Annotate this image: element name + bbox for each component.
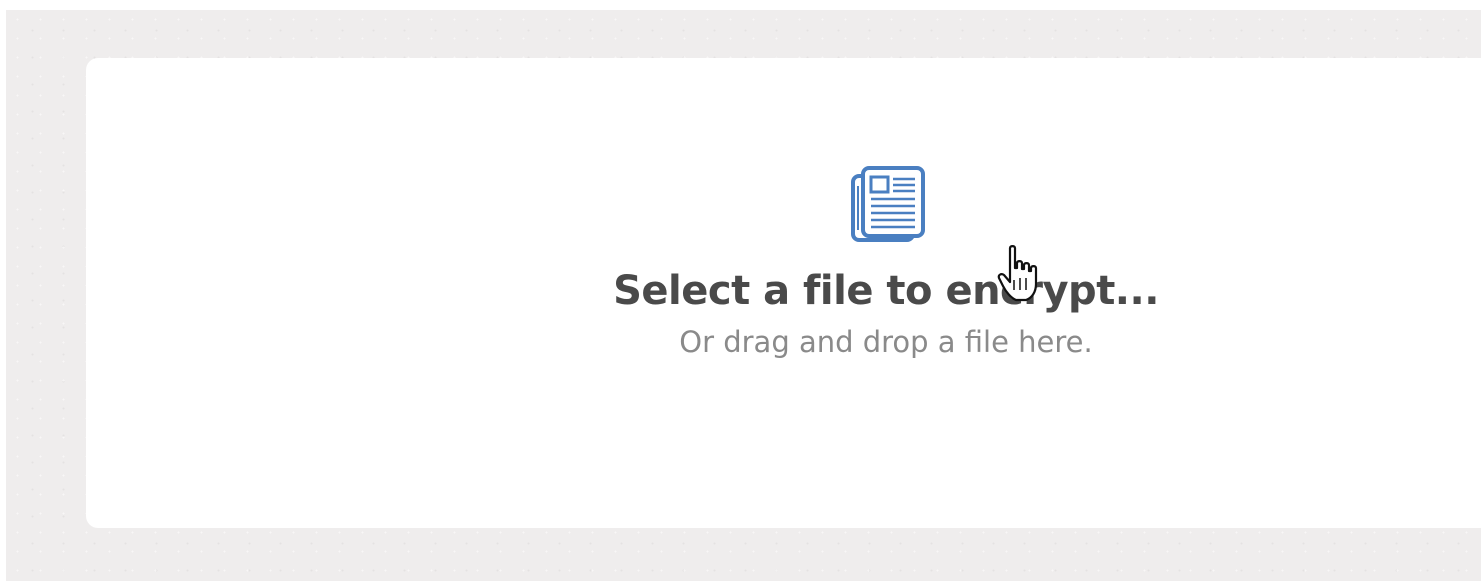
drop-zone-subtitle: Or drag and drop a file here. (679, 325, 1093, 359)
file-drop-zone[interactable]: Select a file to encrypt... Or drag and … (86, 58, 1481, 528)
file-document-icon[interactable] (849, 166, 927, 244)
drop-zone-title[interactable]: Select a file to encrypt... (586, 268, 1186, 314)
drop-zone-content[interactable]: Select a file to encrypt... Or drag and … (586, 166, 1186, 360)
